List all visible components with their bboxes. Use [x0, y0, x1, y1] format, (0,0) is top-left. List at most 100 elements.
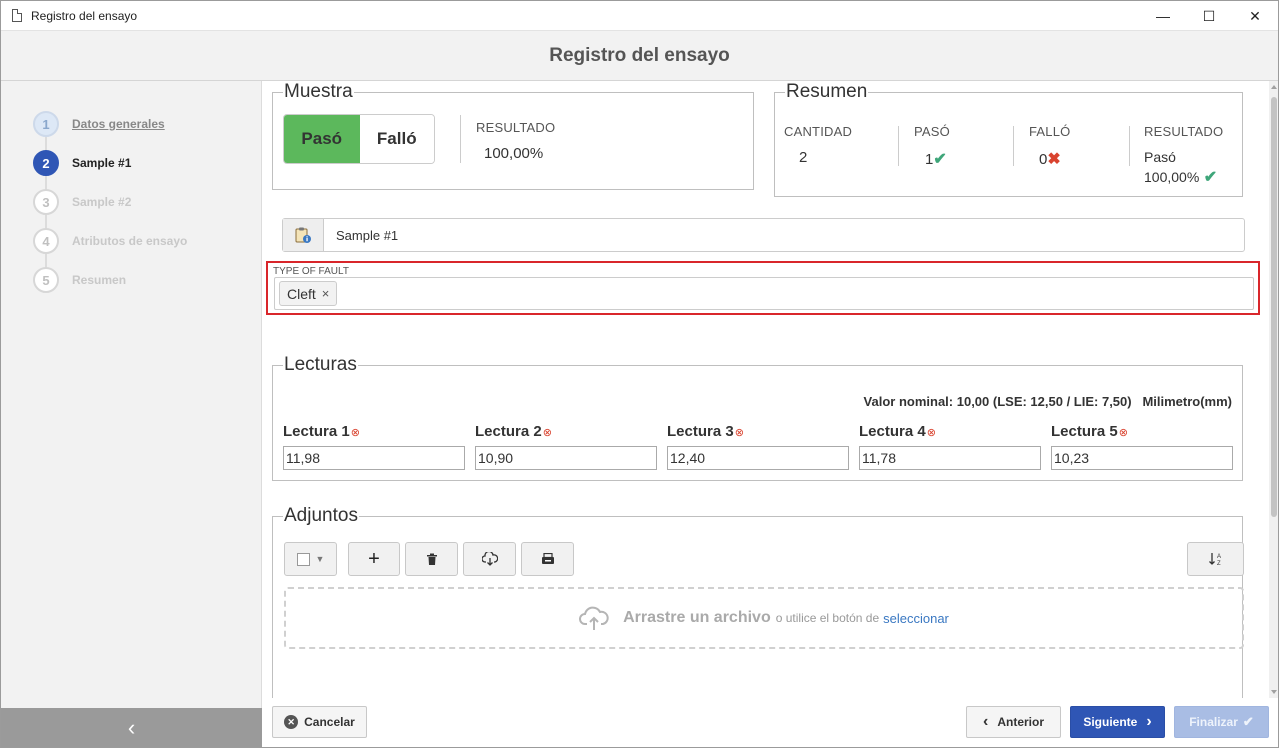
nominal-value: Valor nominal: 10,00 (LSE: 12,50 / LIE: …	[863, 394, 1232, 409]
lecturas-legend: Lecturas	[283, 354, 358, 376]
app-window: Registro del ensayo — ☐ ✕ Registro del e…	[0, 0, 1279, 748]
fail-button[interactable]: Falló	[359, 115, 434, 163]
step-sample-1[interactable]: 2 Sample #1	[33, 150, 131, 176]
step-number: 4	[33, 228, 59, 254]
sort-button[interactable]: AZ	[1187, 542, 1244, 576]
pass-fail-toggle: Pasó Falló	[283, 114, 435, 164]
sample-info-button[interactable]	[283, 219, 324, 251]
scroll-thumb[interactable]	[1271, 97, 1277, 517]
clipboard-info-icon	[295, 227, 311, 243]
next-button[interactable]: Siguiente ›	[1070, 706, 1165, 738]
trash-icon	[426, 553, 437, 565]
reading-4: Lectura 4⊗ 11,78	[859, 423, 1041, 470]
document-icon	[12, 9, 22, 22]
step-label: Resumen	[72, 273, 127, 287]
type-of-fault-label: TYPE OF FAULT	[273, 266, 349, 277]
step-datos-generales[interactable]: 1 Datos generales	[33, 111, 165, 137]
maximize-button[interactable]: ☐	[1186, 1, 1232, 31]
passed-count: 1✔	[925, 151, 947, 168]
quantity-value: 2	[799, 149, 808, 166]
cancel-circle-icon: ✕	[284, 715, 299, 729]
step-label: Sample #2	[72, 195, 132, 209]
resumen-legend: Resumen	[785, 81, 869, 103]
scroll-up-icon[interactable]	[1271, 85, 1277, 89]
plus-icon: +	[368, 547, 380, 570]
fault-chip-label: Cleft	[287, 285, 316, 302]
adjuntos-panel: Adjuntos ▼ + AZ Arrastre un archivo o ut…	[272, 505, 1244, 698]
reading-5: Lectura 5⊗ 10,23	[1051, 423, 1233, 470]
add-file-button[interactable]: +	[348, 542, 400, 576]
reading-1-input[interactable]: 11,98	[283, 446, 465, 470]
step-atributos-de-ensayo[interactable]: 4 Atributos de ensayo	[33, 228, 187, 254]
caret-down-icon: ▼	[315, 554, 325, 564]
divider	[1129, 126, 1130, 166]
drop-zone-title: Arrastre un archivo	[623, 609, 771, 626]
close-button[interactable]: ✕	[1232, 1, 1278, 31]
divider	[898, 126, 899, 166]
step-resumen[interactable]: 5 Resumen	[33, 267, 126, 293]
content-scrollbar[interactable]	[1269, 81, 1278, 698]
reading-5-input[interactable]: 10,23	[1051, 446, 1233, 470]
step-label: Datos generales	[72, 117, 165, 131]
chevron-left-icon: ‹	[983, 713, 989, 730]
svg-text:Z: Z	[1217, 561, 1221, 566]
required-icon: ⊗	[350, 427, 360, 439]
svg-text:A: A	[1217, 554, 1221, 560]
summary-result-label: RESULTADO	[1144, 124, 1224, 139]
chevron-right-icon: ›	[1146, 713, 1152, 730]
finish-button[interactable]: Finalizar ✔	[1174, 706, 1269, 738]
failed-label: FALLÓ	[1029, 124, 1071, 139]
step-number: 3	[33, 189, 59, 215]
muestra-panel: Muestra Pasó Falló RESULTADO 100,00%	[272, 81, 754, 190]
divider	[1013, 126, 1014, 166]
step-label: Atributos de ensayo	[72, 234, 188, 248]
sample-name-value: Sample #1	[336, 227, 399, 243]
checkbox-icon	[296, 552, 310, 566]
title-bar: Registro del ensayo — ☐ ✕	[1, 1, 1278, 31]
drop-zone-hint: o utilice el botón de	[775, 611, 880, 625]
chip-remove-icon[interactable]: ×	[322, 286, 330, 301]
result-label: RESULTADO	[476, 120, 556, 135]
page-header: Registro del ensayo	[1, 31, 1278, 81]
sort-icon: AZ	[1208, 553, 1221, 566]
muestra-legend: Muestra	[283, 81, 354, 103]
quantity-label: CANTIDAD	[784, 124, 853, 139]
step-sample-2[interactable]: 3 Sample #2	[33, 189, 131, 215]
window-title: Registro del ensayo	[31, 8, 138, 23]
required-icon: ⊗	[542, 427, 552, 439]
scroll-down-icon[interactable]	[1271, 690, 1277, 694]
result-value: 100,00%	[484, 145, 544, 162]
passed-label: PASÓ	[914, 124, 950, 139]
previous-button[interactable]: ‹ Anterior	[966, 706, 1061, 738]
cross-icon: ✖	[1047, 151, 1061, 168]
select-all-dropdown[interactable]: ▼	[284, 542, 337, 576]
reading-2-input[interactable]: 10,90	[475, 446, 657, 470]
wizard-sidebar: 1 Datos generales 2 Sample #1 3 Sample #…	[1, 81, 262, 708]
cancel-button[interactable]: ✕ Cancelar	[272, 706, 367, 738]
required-icon: ⊗	[734, 427, 744, 439]
pass-button[interactable]: Pasó	[284, 115, 360, 163]
reading-4-input[interactable]: 11,78	[859, 446, 1041, 470]
summary-result-percent: 100,00% ✔	[1144, 169, 1218, 186]
chevron-left-icon: ‹	[127, 715, 136, 740]
type-of-fault-input[interactable]: Cleft ×	[274, 277, 1254, 310]
failed-count: 0✖	[1039, 151, 1061, 168]
summary-result-status: Pasó	[1144, 149, 1176, 165]
reading-3-input[interactable]: 12,40	[667, 446, 849, 470]
cloud-upload-icon	[579, 606, 609, 630]
file-drop-zone[interactable]: Arrastre un archivo o utilice el botón d…	[284, 587, 1244, 649]
step-number: 5	[33, 267, 59, 293]
reading-1: Lectura 1⊗ 11,98	[283, 423, 465, 470]
scan-file-button[interactable]	[521, 542, 574, 576]
select-file-link[interactable]: seleccionar	[883, 611, 949, 626]
required-icon: ⊗	[1118, 427, 1128, 439]
resumen-panel: Resumen CANTIDAD 2 PASÓ 1✔ FALLÓ 0✖ RESU…	[774, 81, 1243, 197]
check-icon: ✔	[1203, 169, 1218, 186]
check-icon: ✔	[933, 151, 947, 168]
scanner-icon	[541, 553, 554, 564]
minimize-button[interactable]: —	[1140, 1, 1186, 31]
sidebar-collapse-button[interactable]: ‹	[1, 708, 262, 747]
delete-file-button[interactable]	[405, 542, 458, 576]
download-file-button[interactable]	[463, 542, 516, 576]
reading-2: Lectura 2⊗ 10,90	[475, 423, 657, 470]
